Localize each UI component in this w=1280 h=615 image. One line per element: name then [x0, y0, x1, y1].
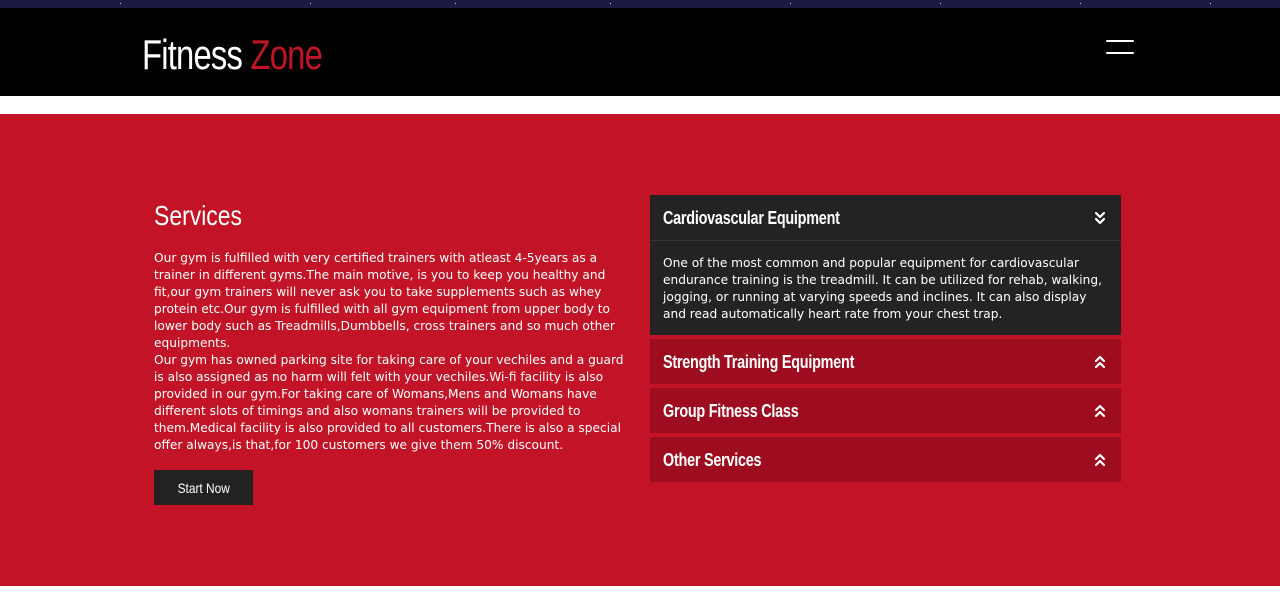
accordion-label: Group Fitness Class — [663, 401, 799, 421]
start-now-label: Start Now — [177, 479, 230, 496]
accordion-item-other-services: Other Services — [650, 437, 1121, 482]
services-paragraph-2: Our gym has owned parking site for takin… — [154, 353, 624, 452]
starry-top-strip — [0, 0, 1280, 8]
header-spacer — [0, 96, 1280, 114]
accordion-body-cardiovascular: One of the most common and popular equip… — [650, 241, 1121, 335]
chevron-double-up-icon — [1094, 453, 1106, 467]
accordion-label: Strength Training Equipment — [663, 352, 855, 372]
accordion-header-cardiovascular[interactable]: Cardiovascular Equipment — [650, 195, 1121, 241]
site-logo[interactable]: Fitness Zone — [142, 30, 323, 80]
accordion-label: Cardiovascular Equipment — [663, 208, 840, 228]
accordion-label: Other Services — [663, 450, 762, 470]
start-now-button[interactable]: Start Now — [154, 470, 253, 505]
chevron-double-up-icon — [1094, 355, 1106, 369]
services-section: Services Our gym is fulfilled with very … — [0, 114, 1280, 586]
site-header: Fitness Zone — [0, 8, 1280, 96]
accordion-header-other-services[interactable]: Other Services — [650, 437, 1121, 482]
chevron-double-up-icon — [1094, 404, 1106, 418]
logo-accent-text: Zone — [250, 31, 323, 78]
accordion-item-group-fitness: Group Fitness Class — [650, 388, 1121, 433]
accordion-item-strength: Strength Training Equipment — [650, 339, 1121, 384]
accordion-header-strength[interactable]: Strength Training Equipment — [650, 339, 1121, 384]
accordion-item-cardiovascular: Cardiovascular Equipment One of the most… — [650, 195, 1121, 335]
hamburger-menu-icon[interactable] — [1106, 40, 1134, 56]
services-title: Services — [154, 200, 243, 231]
services-accordion: Cardiovascular Equipment One of the most… — [650, 195, 1121, 486]
accordion-header-group-fitness[interactable]: Group Fitness Class — [650, 388, 1121, 433]
chevron-double-down-icon — [1094, 211, 1106, 225]
logo-main-text: Fitness — [142, 31, 243, 78]
services-paragraph-1: Our gym is fulfilled with very certified… — [154, 251, 615, 350]
